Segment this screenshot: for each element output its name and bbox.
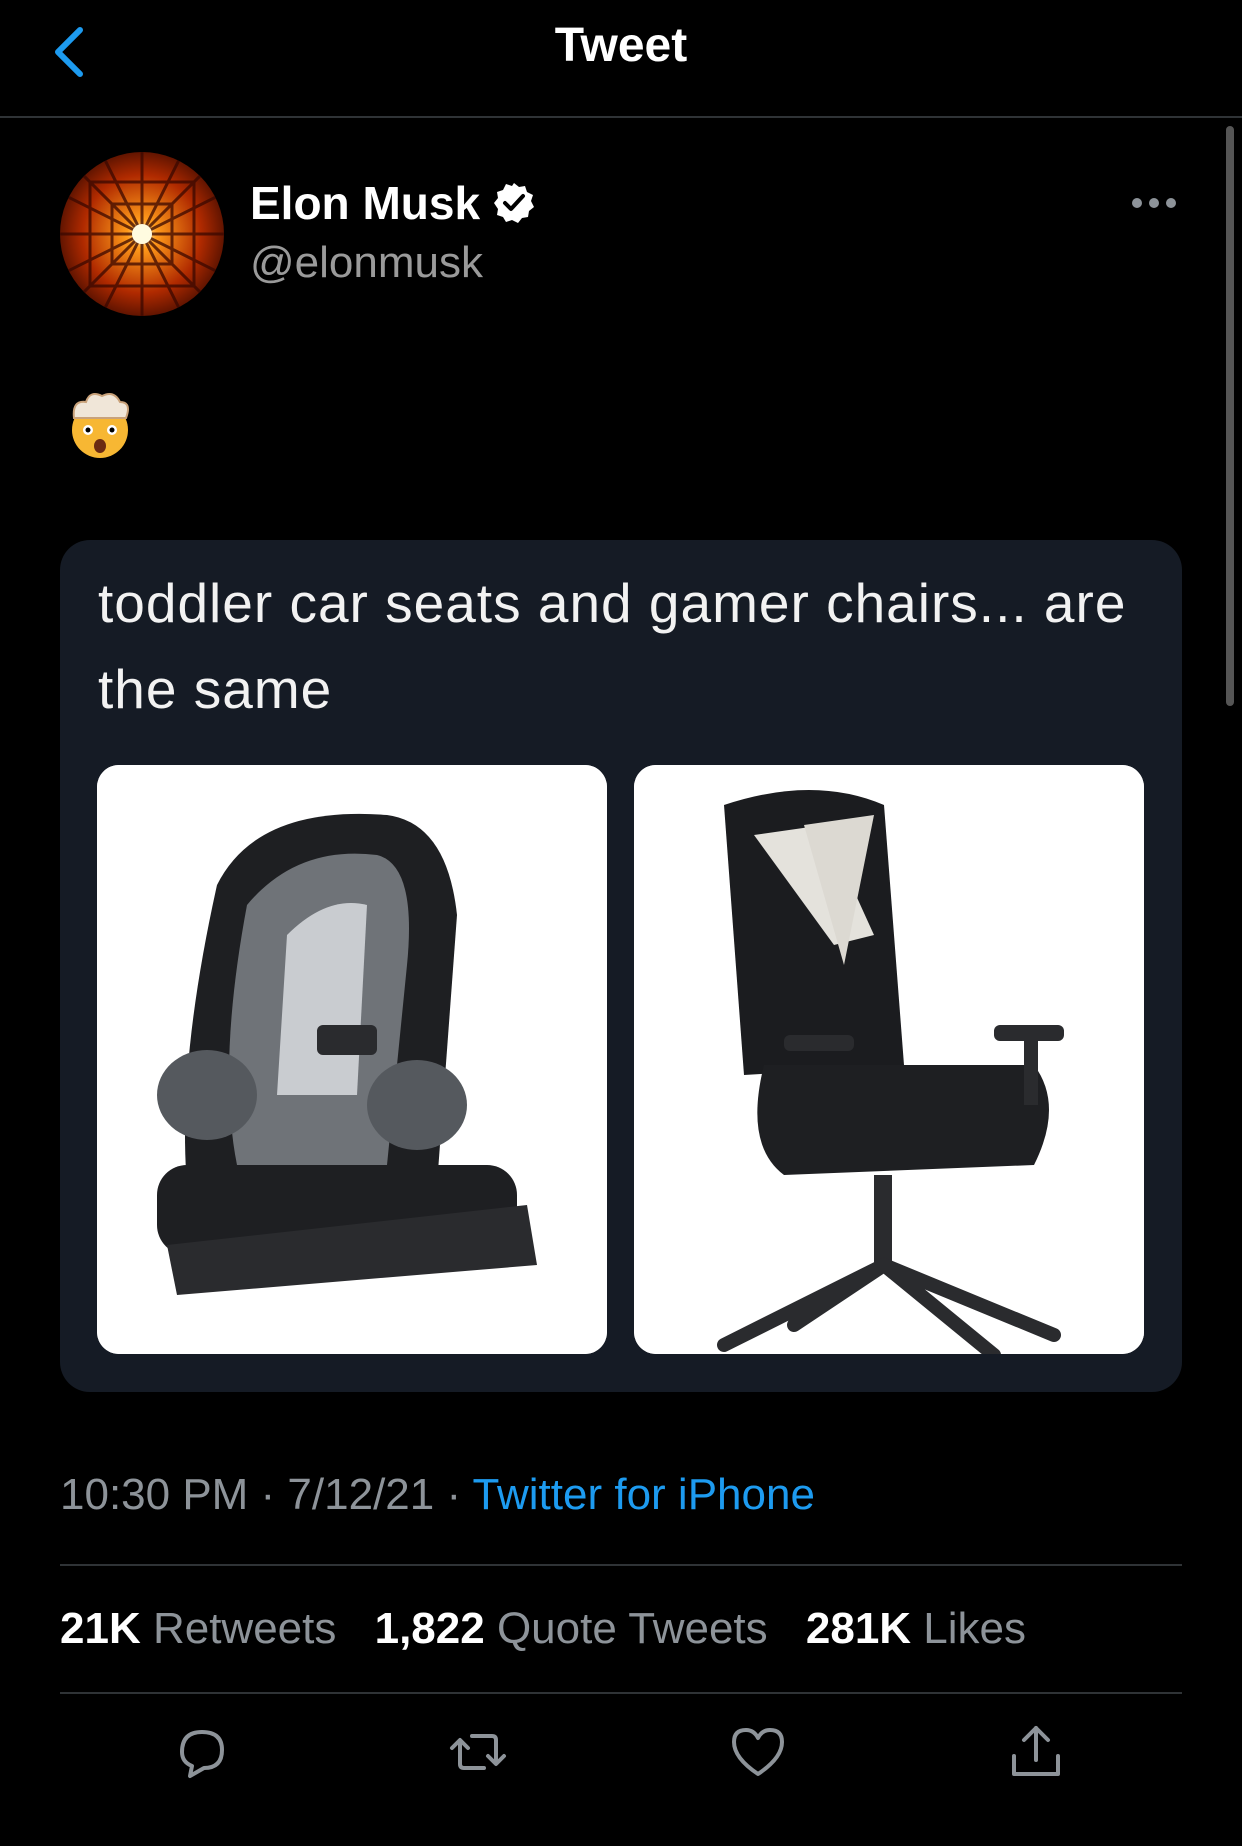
tweet-source-link[interactable]: Twitter for iPhone (473, 1470, 815, 1519)
quote-tweets-label: Quote Tweets (496, 1604, 768, 1653)
verified-badge-icon (494, 183, 535, 223)
retweet-icon[interactable] (446, 1720, 510, 1784)
like-icon[interactable] (726, 1720, 790, 1784)
share-icon[interactable] (1004, 1720, 1068, 1784)
engagement-stats: 21K Retweets 1,822 Quote Tweets 281K Lik… (60, 1604, 1052, 1654)
tweet-timestamp[interactable]: 10:30 PM · 7/12/21 · (60, 1470, 473, 1519)
divider (60, 1692, 1182, 1694)
tweet-meta: 10:30 PM · 7/12/21 · Twitter for iPhone (60, 1470, 815, 1520)
more-icon[interactable] (1130, 196, 1178, 210)
gamer-chair-image (634, 765, 1144, 1354)
retweets-count: 21K (60, 1604, 141, 1653)
media-card[interactable]: toddler car seats and gamer chairs... ar… (60, 540, 1182, 1392)
exploding-head-emoji-icon (72, 393, 129, 458)
author-handle[interactable]: @elonmusk (250, 238, 483, 288)
car-seat-image (97, 765, 607, 1354)
divider (60, 1564, 1182, 1566)
meme-caption: toddler car seats and gamer chairs... ar… (98, 572, 1127, 720)
reply-icon[interactable] (168, 1720, 232, 1784)
author-name[interactable]: Elon Musk (250, 176, 480, 230)
likes-label: Likes (923, 1604, 1027, 1653)
likes-count: 281K (805, 1604, 912, 1653)
scrollbar[interactable] (1226, 126, 1234, 706)
top-bar: Tweet (0, 0, 1242, 118)
page-title: Tweet (554, 19, 688, 72)
likes-stat[interactable]: 281K Likes (806, 1604, 1026, 1653)
action-bar (0, 1720, 1242, 1800)
retweets-label: Retweets (152, 1604, 337, 1653)
retweets-stat[interactable]: 21K Retweets (60, 1604, 336, 1653)
quote-tweets-count: 1,822 (374, 1604, 485, 1653)
author-name-row[interactable]: Elon Musk (250, 176, 536, 230)
quote-tweets-stat[interactable]: 1,822 Quote Tweets (375, 1604, 768, 1653)
avatar[interactable] (60, 152, 224, 316)
